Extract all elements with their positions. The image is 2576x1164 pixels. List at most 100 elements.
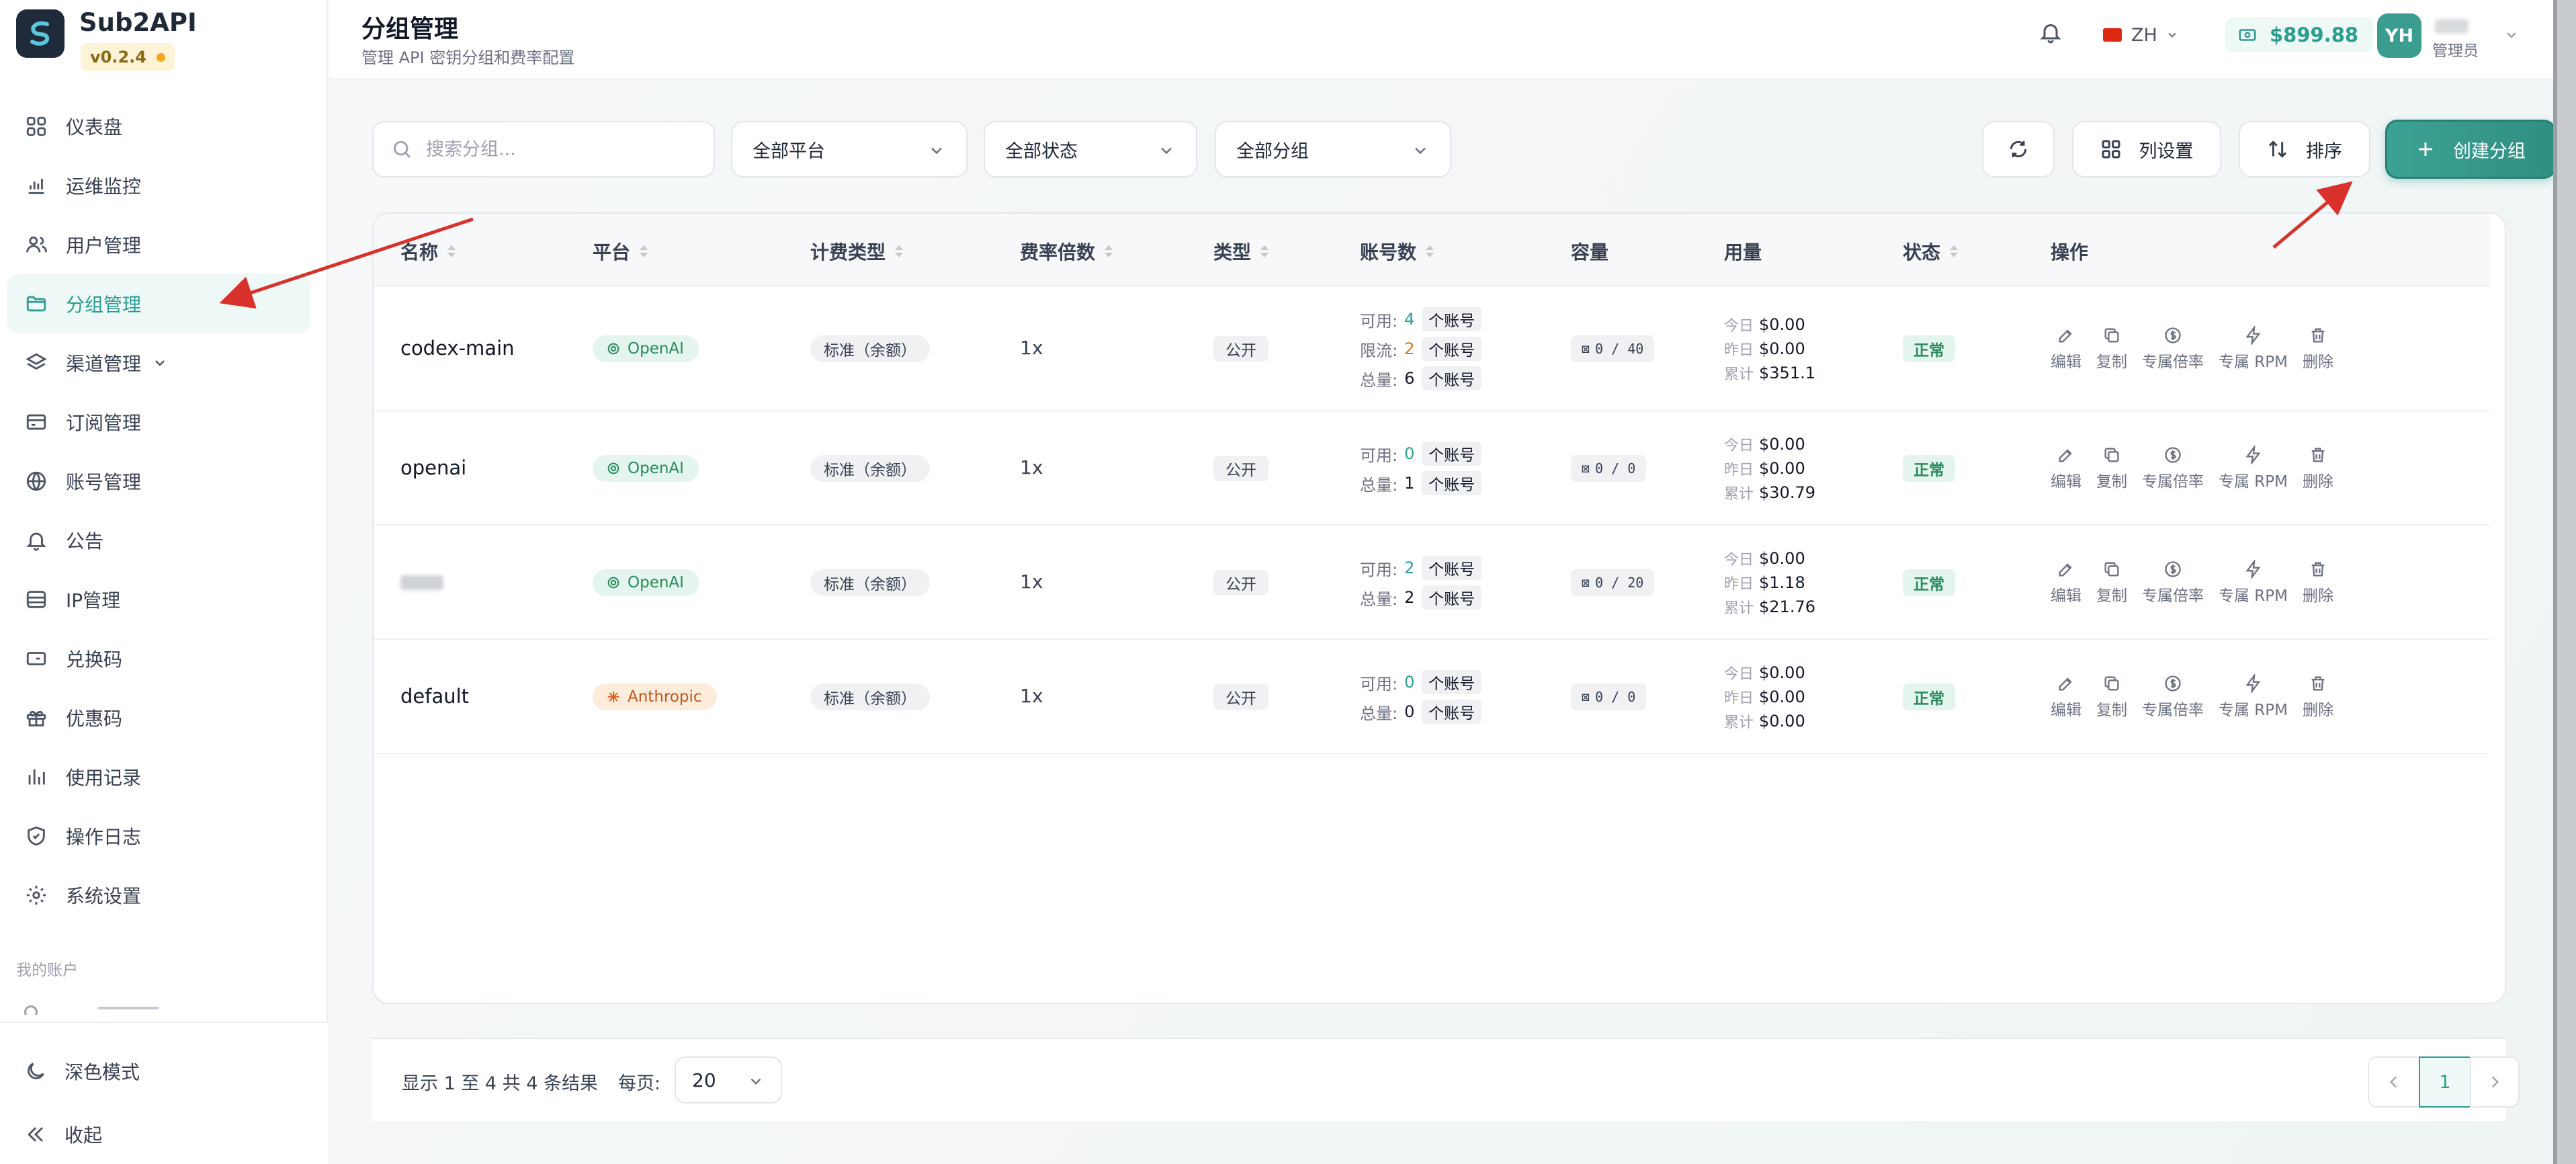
table-row: OpenAI 标准（余额） 1x 公开 可用: 2 个账号 总量: 2 个账号 ⊠ 0 / 20 今日 $…	[374, 526, 2490, 640]
sidebar-item-clipped[interactable]	[24, 1005, 159, 1015]
account-counts: 可用: 2 个账号 总量: 2 个账号	[1360, 553, 1535, 612]
platform-badge: OpenAI	[593, 455, 699, 482]
copy-button[interactable]: 复制	[2096, 674, 2127, 728]
edit-icon	[2059, 563, 2072, 577]
sort-label: 排序	[2306, 140, 2342, 162]
create-group-button[interactable]: 创建分组	[2385, 120, 2556, 179]
sort-caret-icon	[447, 245, 456, 257]
dark-mode-toggle[interactable]: 深色模式	[24, 1051, 140, 1091]
sort-caret-icon	[1260, 245, 1269, 257]
shield-icon	[24, 824, 48, 848]
update-dot-icon	[156, 53, 165, 62]
edit-icon	[2059, 329, 2072, 343]
column-header[interactable]: 账号数	[1360, 238, 1434, 265]
column-header[interactable]: 计费类型	[810, 238, 904, 265]
sidebar-item-gear[interactable]: 系统设置	[7, 866, 310, 925]
custom-rpm-button[interactable]: 专属 RPM	[2219, 326, 2288, 380]
platform-badge: OpenAI	[593, 335, 699, 362]
custom-rate-button[interactable]: 专属倍率	[2142, 446, 2204, 499]
avatar[interactable]: YH	[2377, 13, 2421, 58]
column-header[interactable]: 类型	[1213, 238, 1269, 265]
capacity-badge: ⊠ 0 / 0	[1571, 455, 1647, 482]
sidebar-item-globe[interactable]: 账号管理	[7, 452, 310, 511]
billing-type-badge: 标准（余额）	[810, 335, 930, 362]
dollar-icon	[2165, 561, 2181, 577]
notifications-button[interactable]	[2038, 20, 2068, 50]
sort-button[interactable]: 排序	[2239, 121, 2370, 177]
capacity-badge: ⊠ 0 / 20	[1571, 569, 1655, 596]
sidebar-item-users[interactable]: 用户管理	[7, 215, 310, 274]
edit-button[interactable]: 编辑	[2051, 326, 2081, 380]
sidebar-item-ticket[interactable]: 兑换码	[7, 629, 310, 688]
custom-rpm-button[interactable]: 专属 RPM	[2219, 560, 2288, 614]
delete-button[interactable]: 删除	[2303, 674, 2333, 728]
copy-button[interactable]: 复制	[2096, 446, 2127, 499]
copy-icon	[2104, 562, 2119, 577]
moon-icon	[28, 1063, 44, 1079]
sidebar-item-dashboard[interactable]: 仪表盘	[7, 97, 310, 156]
sidebar-item-database[interactable]: IP管理	[7, 570, 310, 629]
delete-button[interactable]: 删除	[2303, 560, 2333, 614]
custom-rpm-button[interactable]: 专属 RPM	[2219, 674, 2288, 728]
next-page-button[interactable]	[2470, 1056, 2520, 1108]
group-type-badge: 公开	[1213, 336, 1269, 362]
copy-button[interactable]: 复制	[2096, 560, 2127, 614]
globe-icon	[24, 469, 48, 493]
collapse-label: 收起	[65, 1124, 103, 1147]
sidebar-item-bar-chart[interactable]: 使用记录	[7, 747, 310, 806]
sidebar-item-label: 公告	[66, 530, 104, 552]
per-page-value: 20	[692, 1069, 716, 1091]
status-filter-select[interactable]: 全部状态	[984, 121, 1197, 177]
action-label: 删除	[2303, 587, 2334, 605]
table-row: codex-main OpenAI 标准（余额） 1x 公开 可用: 4 个账号 限流: 2 个账号…	[374, 286, 2490, 411]
pagination-bar: 显示 1 至 4 共 4 条结果 每页: 20 1	[372, 1038, 2520, 1121]
custom-rate-button[interactable]: 专属倍率	[2142, 674, 2204, 728]
language-switcher[interactable]: ZH	[2103, 20, 2179, 50]
sidebar-item-chart[interactable]: 运维监控	[7, 156, 310, 215]
row-actions: 编辑 复制 专属倍率 专属 RPM 删除	[2051, 674, 2348, 728]
custom-rate-button[interactable]: 专属倍率	[2142, 326, 2204, 380]
custom-rpm-button[interactable]: 专属 RPM	[2219, 446, 2288, 499]
custom-rate-button[interactable]: 专属倍率	[2142, 560, 2204, 614]
balance-badge[interactable]: $899.88	[2225, 17, 2374, 52]
column-header[interactable]: 状态	[1903, 238, 1959, 265]
column-settings-button[interactable]: 列设置	[2072, 121, 2221, 177]
search-box[interactable]	[372, 121, 715, 177]
refresh-button[interactable]	[1982, 121, 2055, 177]
sidebar-item-folder[interactable]: 分组管理	[7, 274, 310, 333]
delete-button[interactable]: 删除	[2303, 446, 2333, 499]
sidebar-item-shield[interactable]: 操作日志	[7, 806, 310, 866]
column-header[interactable]: 平台	[593, 238, 648, 265]
platform-filter-select[interactable]: 全部平台	[731, 121, 968, 177]
sidebar-item-card[interactable]: 订阅管理	[7, 392, 310, 452]
collapse-sidebar-button[interactable]: 收起	[24, 1114, 102, 1155]
column-header[interactable]: 名称	[400, 238, 456, 265]
prev-page-button[interactable]	[2368, 1056, 2420, 1108]
app-logo-icon[interactable]	[16, 9, 65, 58]
sidebar-item-label: 仪表盘	[66, 116, 123, 138]
edit-button[interactable]: 编辑	[2051, 674, 2081, 728]
search-input[interactable]	[426, 138, 695, 160]
sidebar-item-bell[interactable]: 公告	[7, 511, 310, 570]
usage-summary: 今日 $0.00 昨日 $0.00 累计 $351.1	[1724, 313, 1899, 385]
dashboard-icon	[24, 114, 48, 138]
delete-button[interactable]: 删除	[2303, 326, 2333, 380]
sort-caret-icon	[1426, 245, 1434, 257]
per-page-select[interactable]: 20	[675, 1056, 782, 1104]
dollar-icon	[2165, 327, 2181, 343]
edit-button[interactable]: 编辑	[2051, 560, 2081, 614]
column-header: 用量	[1724, 238, 1762, 265]
sidebar-item-gift[interactable]: 优惠码	[7, 688, 310, 747]
bar-chart-icon	[24, 765, 48, 789]
copy-button[interactable]: 复制	[2096, 326, 2127, 380]
copy-icon	[2104, 328, 2119, 343]
action-label: 编辑	[2051, 354, 2081, 371]
page-button-current[interactable]: 1	[2419, 1056, 2471, 1108]
sort-caret-icon	[1105, 245, 1113, 257]
group-filter-select[interactable]: 全部分组	[1215, 121, 1451, 177]
user-menu-chevron-icon[interactable]	[2503, 27, 2520, 43]
edit-button[interactable]: 编辑	[2051, 446, 2081, 499]
rate-multiplier: 1x	[1020, 456, 1043, 479]
column-header[interactable]: 费率倍数	[1020, 238, 1113, 265]
sidebar-item-layers[interactable]: 渠道管理	[7, 333, 310, 392]
